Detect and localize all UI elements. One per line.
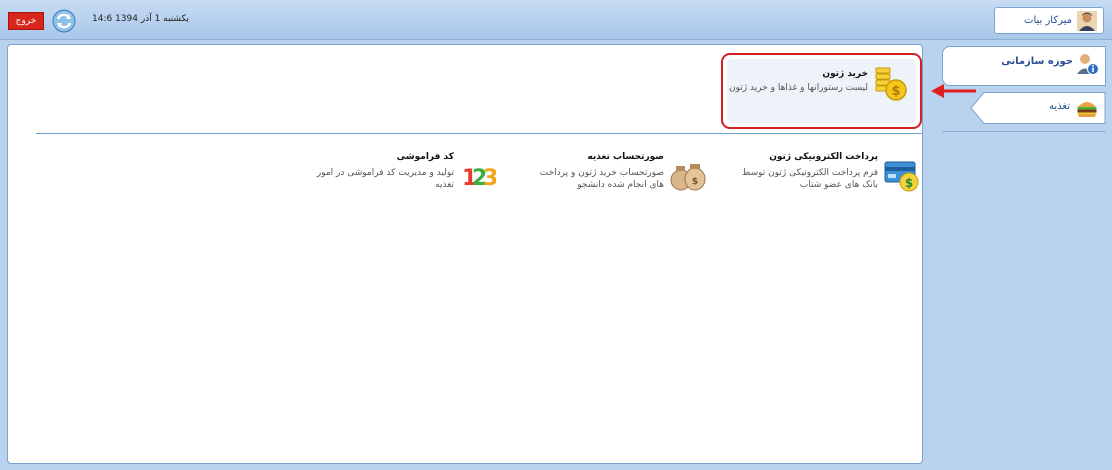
sidebar-item-organization-label: حوزه سازمانی bbox=[1001, 56, 1073, 67]
buy-token-card[interactable]: $ خرید ژتون لیست رستورانها و غذاها و خری… bbox=[721, 53, 922, 129]
user-name: میرکار بیات bbox=[1024, 15, 1072, 26]
electronic-payment-card[interactable]: $ پرداخت الکترونیکی ژتون فرم پرداخت الکت… bbox=[728, 152, 922, 212]
electronic-payment-icon: $ bbox=[884, 161, 919, 192]
forgotten-code-title: کد فراموشی bbox=[396, 152, 454, 162]
user-info-icon bbox=[1077, 54, 1099, 75]
section-divider bbox=[36, 133, 922, 134]
svg-text:$: $ bbox=[905, 176, 913, 190]
buy-token-description: لیست رستورانها و غذاها و خرید ژتون bbox=[729, 83, 868, 93]
svg-text:$: $ bbox=[692, 177, 698, 187]
electronic-payment-title: پرداخت الکترونیکی ژتون bbox=[769, 152, 878, 162]
food-invoice-title: صورتحساب تغذیه bbox=[587, 152, 664, 162]
sidebar-item-organization[interactable]: حوزه سازمانی bbox=[942, 46, 1106, 86]
burger-icon bbox=[1077, 102, 1097, 117]
refresh-icon[interactable] bbox=[52, 9, 76, 33]
date-time: 14:6 یکشنبه 1 آذر 1394 bbox=[92, 14, 189, 24]
main-panel: $ خرید ژتون لیست رستورانها و غذاها و خری… bbox=[7, 44, 923, 464]
sidebar-item-nutrition-label: تغذیه bbox=[1048, 101, 1070, 112]
user-avatar-icon bbox=[1077, 10, 1097, 31]
electronic-payment-description: فرم پرداخت الکترونیکی ژتون توسط بانک های… bbox=[742, 168, 878, 190]
forgotten-code-description: تولید و مدیریت کد فراموشی در امور تغذیه bbox=[316, 168, 454, 190]
forgotten-code-card[interactable]: 1 2 3 کد فراموشی تولید و مدیریت کد فرامو… bbox=[298, 152, 498, 212]
svg-text:$: $ bbox=[891, 84, 900, 99]
buy-token-card-inner: $ خرید ژتون لیست رستورانها و غذاها و خری… bbox=[727, 59, 916, 123]
coins-icon: $ bbox=[875, 67, 907, 101]
invoice-money-bags-icon: $ bbox=[670, 164, 706, 191]
top-bar: خروج 14:6 یکشنبه 1 آذر 1394 میرکار بیات bbox=[0, 0, 1112, 40]
sidebar-item-nutrition[interactable]: تغذیه bbox=[970, 92, 1106, 124]
food-invoice-card[interactable]: $ صورتحساب تغذیه صورتحساب خرید ژتون و پر… bbox=[508, 152, 708, 212]
logout-button[interactable]: خروج bbox=[8, 12, 44, 30]
buy-token-title: خرید ژتون bbox=[822, 69, 868, 79]
svg-text:3: 3 bbox=[483, 166, 496, 191]
food-invoice-description: صورتحساب خرید ژتون و پرداخت های انجام شد… bbox=[539, 168, 664, 190]
numbers-123-icon: 1 2 3 bbox=[462, 166, 496, 191]
sidebar-divider bbox=[942, 131, 1106, 132]
user-info[interactable]: میرکار بیات bbox=[994, 7, 1104, 34]
